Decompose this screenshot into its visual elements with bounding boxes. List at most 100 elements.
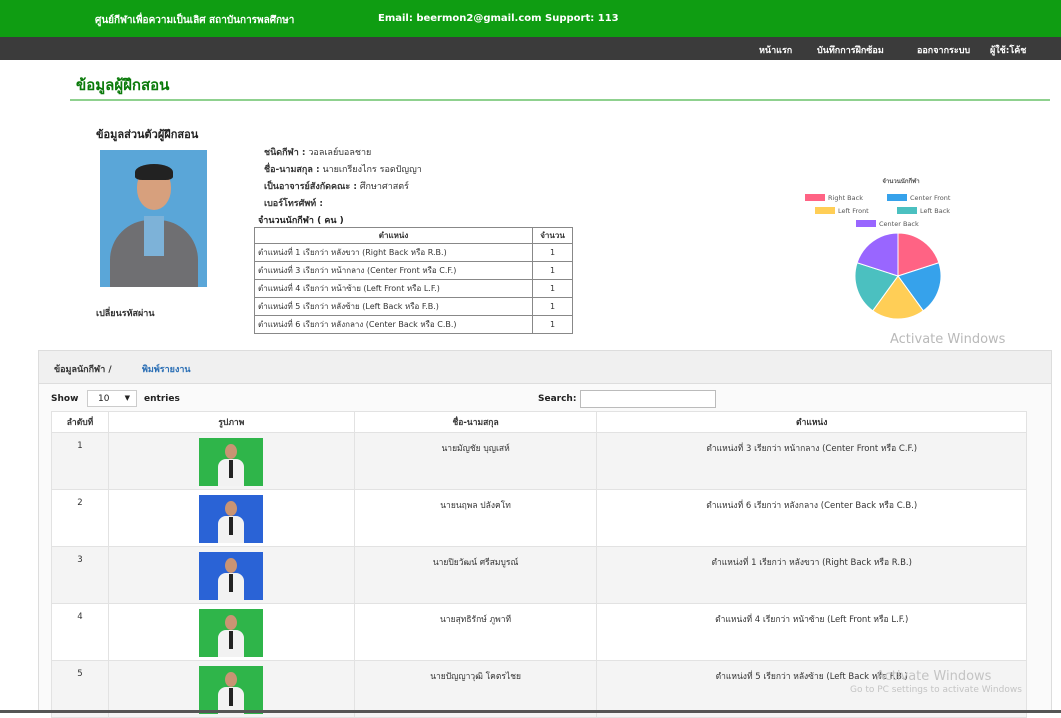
athlete-name: นายมัญชัย บุญเสห์ (353, 432, 598, 490)
entries-value: 10 (98, 394, 110, 404)
position-row: ตำแหน่งที่ 1 เรียกว่า หลังขวา (Right Bac… (254, 243, 573, 262)
legend-swatch (856, 220, 876, 227)
col-position[interactable]: ตำแหน่ง (596, 411, 1027, 433)
show-label: Show (51, 394, 79, 404)
position-row: ตำแหน่งที่ 6 เรียกว่า หลังกลาง (Center B… (254, 315, 573, 334)
position-row: ตำแหน่งที่ 5 เรียกว่า หลังซ้าย (Left Bac… (254, 297, 573, 316)
phone-row: เบอร์โทรศัพท์ : (264, 196, 323, 210)
legend-swatch (897, 207, 917, 214)
athlete-photo-cell (107, 660, 355, 718)
faculty-row: เป็นอาจารย์สังกัดคณะ : ศึกษาศาสตร์ (264, 179, 409, 193)
faculty-value: ศึกษาศาสตร์ (359, 182, 409, 192)
panel-header: ข้อมูลนักกีฬา / พิมพ์รายงาน (39, 351, 1051, 384)
pos-col-count: จำนวน (532, 227, 573, 244)
sport-value: วอลเลย์บอลชาย (308, 148, 372, 158)
athlete-name: นายปิยวัฒน์ ศรีสมบูรณ์ (353, 546, 598, 604)
position-count: 1 (532, 243, 573, 262)
legend-label: Left Front (838, 207, 869, 215)
search-input[interactable] (580, 390, 716, 408)
phone-label: เบอร์โทรศัพท์ : (264, 199, 323, 209)
photo-tie (229, 517, 234, 535)
col-no[interactable]: ลำดับที่ (51, 411, 109, 433)
photo-tie (229, 688, 234, 706)
position-name: ตำแหน่งที่ 1 เรียกว่า หลังขวา (Right Bac… (254, 243, 533, 262)
legend-swatch (887, 194, 907, 201)
col-photo[interactable]: รูปภาพ (107, 411, 355, 433)
pos-col-position: ตำแหน่ง (254, 227, 533, 244)
athlete-photo-cell (107, 432, 355, 490)
panel-title: ข้อมูลนักกีฬา / (54, 365, 112, 375)
entries-label: entries (144, 394, 180, 404)
nav-user[interactable]: ผู้ใช้:โค้ช (990, 43, 1026, 57)
contact-info: Email: beermon2@gmail.com Support: 113 (378, 13, 619, 24)
section-title: ข้อมูลส่วนตัวผู้ฝึกสอน (96, 128, 199, 141)
page-title: ข้อมูลผู้ฝึกสอน (76, 76, 170, 94)
athlete-photo (199, 495, 264, 543)
nav-home[interactable]: หน้าแรก (759, 43, 792, 57)
activate-windows-subtitle: Go to PC settings to activate Windows (850, 685, 1022, 695)
athlete-name: นายนฤพล ปลังคโท (353, 489, 598, 547)
faculty-label: เป็นอาจารย์สังกัดคณะ : (264, 182, 357, 192)
photo-hair (135, 164, 173, 180)
activate-windows-title: Activate Windows (876, 669, 992, 684)
nav-logout[interactable]: ออกจากระบบ (917, 43, 970, 57)
position-row: ตำแหน่งที่ 3 เรียกว่า หน้ากลาง (Center F… (254, 261, 573, 280)
sport-label: ชนิดกีฬา : (264, 148, 306, 158)
athlete-photo (199, 438, 264, 486)
position-name: ตำแหน่งที่ 3 เรียกว่า หน้ากลาง (Center F… (254, 261, 533, 280)
athlete-photo (199, 609, 264, 657)
main-nav: หน้าแรก บันทึกการฝึกซ้อม ออกจากระบบ ผู้ใ… (0, 37, 1061, 60)
table-row: 4 นายสุทธิรักษ์ ภูพาที ตำแหน่งที่ 4 เรียกว… (51, 603, 1027, 661)
position-count: 1 (532, 315, 573, 334)
photo-tie (229, 460, 234, 478)
activate-windows-text: Activate Windows (890, 332, 1006, 347)
position-row: ตำแหน่งที่ 4 เรียกว่า หน้าซ้าย (Left Fro… (254, 279, 573, 298)
entries-select[interactable]: 10 ▼ (87, 390, 137, 407)
legend-label: Right Back (828, 194, 863, 202)
legend-swatch (815, 207, 835, 214)
site-brand[interactable]: ศูนย์กีฬาเพื่อความเป็นเลิศ สถาบันการพลศึ… (95, 13, 294, 28)
photo-head (225, 501, 238, 516)
change-password-link[interactable]: เปลี่ยนรหัสผ่าน (96, 306, 154, 320)
athlete-count-caption: จำนวนนักกีฬา ( คน ) (258, 216, 344, 226)
photo-head (225, 558, 238, 573)
photo-shirt (144, 216, 164, 256)
print-report-link[interactable]: พิมพ์รายงาน (142, 362, 191, 376)
search-label: Search: (538, 394, 577, 404)
photo-head (225, 615, 238, 630)
legend-label: Center Front (910, 194, 951, 202)
photo-head (225, 444, 238, 459)
athlete-photo (199, 552, 264, 600)
photo-tie (229, 574, 234, 592)
position-count: 1 (532, 261, 573, 280)
sport-row: ชนิดกีฬา : วอลเลย์บอลชาย (264, 145, 371, 159)
row-number: 1 (51, 432, 109, 490)
row-number: 5 (51, 660, 109, 718)
title-divider (70, 99, 1050, 101)
athlete-position: ตำแหน่งที่ 1 เรียกว่า หลังขวา (Right Bac… (596, 546, 1027, 604)
col-name[interactable]: ชื่อ-นามสกุล (353, 411, 598, 433)
athlete-position: ตำแหน่งที่ 6 เรียกว่า หลังกลาง (Center B… (596, 489, 1027, 547)
table-row: 3 นายปิยวัฒน์ ศรีสมบูรณ์ ตำแหน่งที่ 1 เรีย… (51, 546, 1027, 604)
name-row: ชื่อ-นามสกุล : นายเกรียงไกร รอดปัญญา (264, 162, 422, 176)
name-value: นายเกรียงไกร รอดปัญญา (322, 165, 422, 175)
coach-photo (100, 150, 207, 287)
position-count: 1 (532, 279, 573, 298)
top-header-bar: ศูนย์กีฬาเพื่อความเป็นเลิศ สถาบันการพลศึ… (0, 0, 1061, 37)
table-row: 1 นายมัญชัย บุญเสห์ ตำแหน่งที่ 3 เรียกว่า … (51, 432, 1027, 490)
athlete-pie-chart: จำนวนนักกีฬา Right Back Center Front Left F… (805, 177, 951, 320)
position-name: ตำแหน่งที่ 4 เรียกว่า หน้าซ้าย (Left Fro… (254, 279, 533, 298)
legend-label: Left Back (920, 207, 950, 215)
name-label: ชื่อ-นามสกุล : (264, 165, 320, 175)
athlete-photo-cell (107, 546, 355, 604)
chevron-down-icon: ▼ (124, 394, 130, 402)
legend-swatch (805, 194, 825, 201)
athlete-photo (199, 666, 264, 714)
position-count: 1 (532, 297, 573, 316)
athlete-name: นายปัญญาวุฒิ โคตรไชย (353, 660, 598, 718)
nav-training-log[interactable]: บันทึกการฝึกซ้อม (817, 43, 884, 57)
position-name: ตำแหน่งที่ 6 เรียกว่า หลังกลาง (Center B… (254, 315, 533, 334)
table-row: 2 นายนฤพล ปลังคโท ตำแหน่งที่ 6 เรียกว่า หล… (51, 489, 1027, 547)
athlete-position: ตำแหน่งที่ 4 เรียกว่า หน้าซ้าย (Left Fro… (596, 603, 1027, 661)
photo-head (225, 672, 238, 687)
